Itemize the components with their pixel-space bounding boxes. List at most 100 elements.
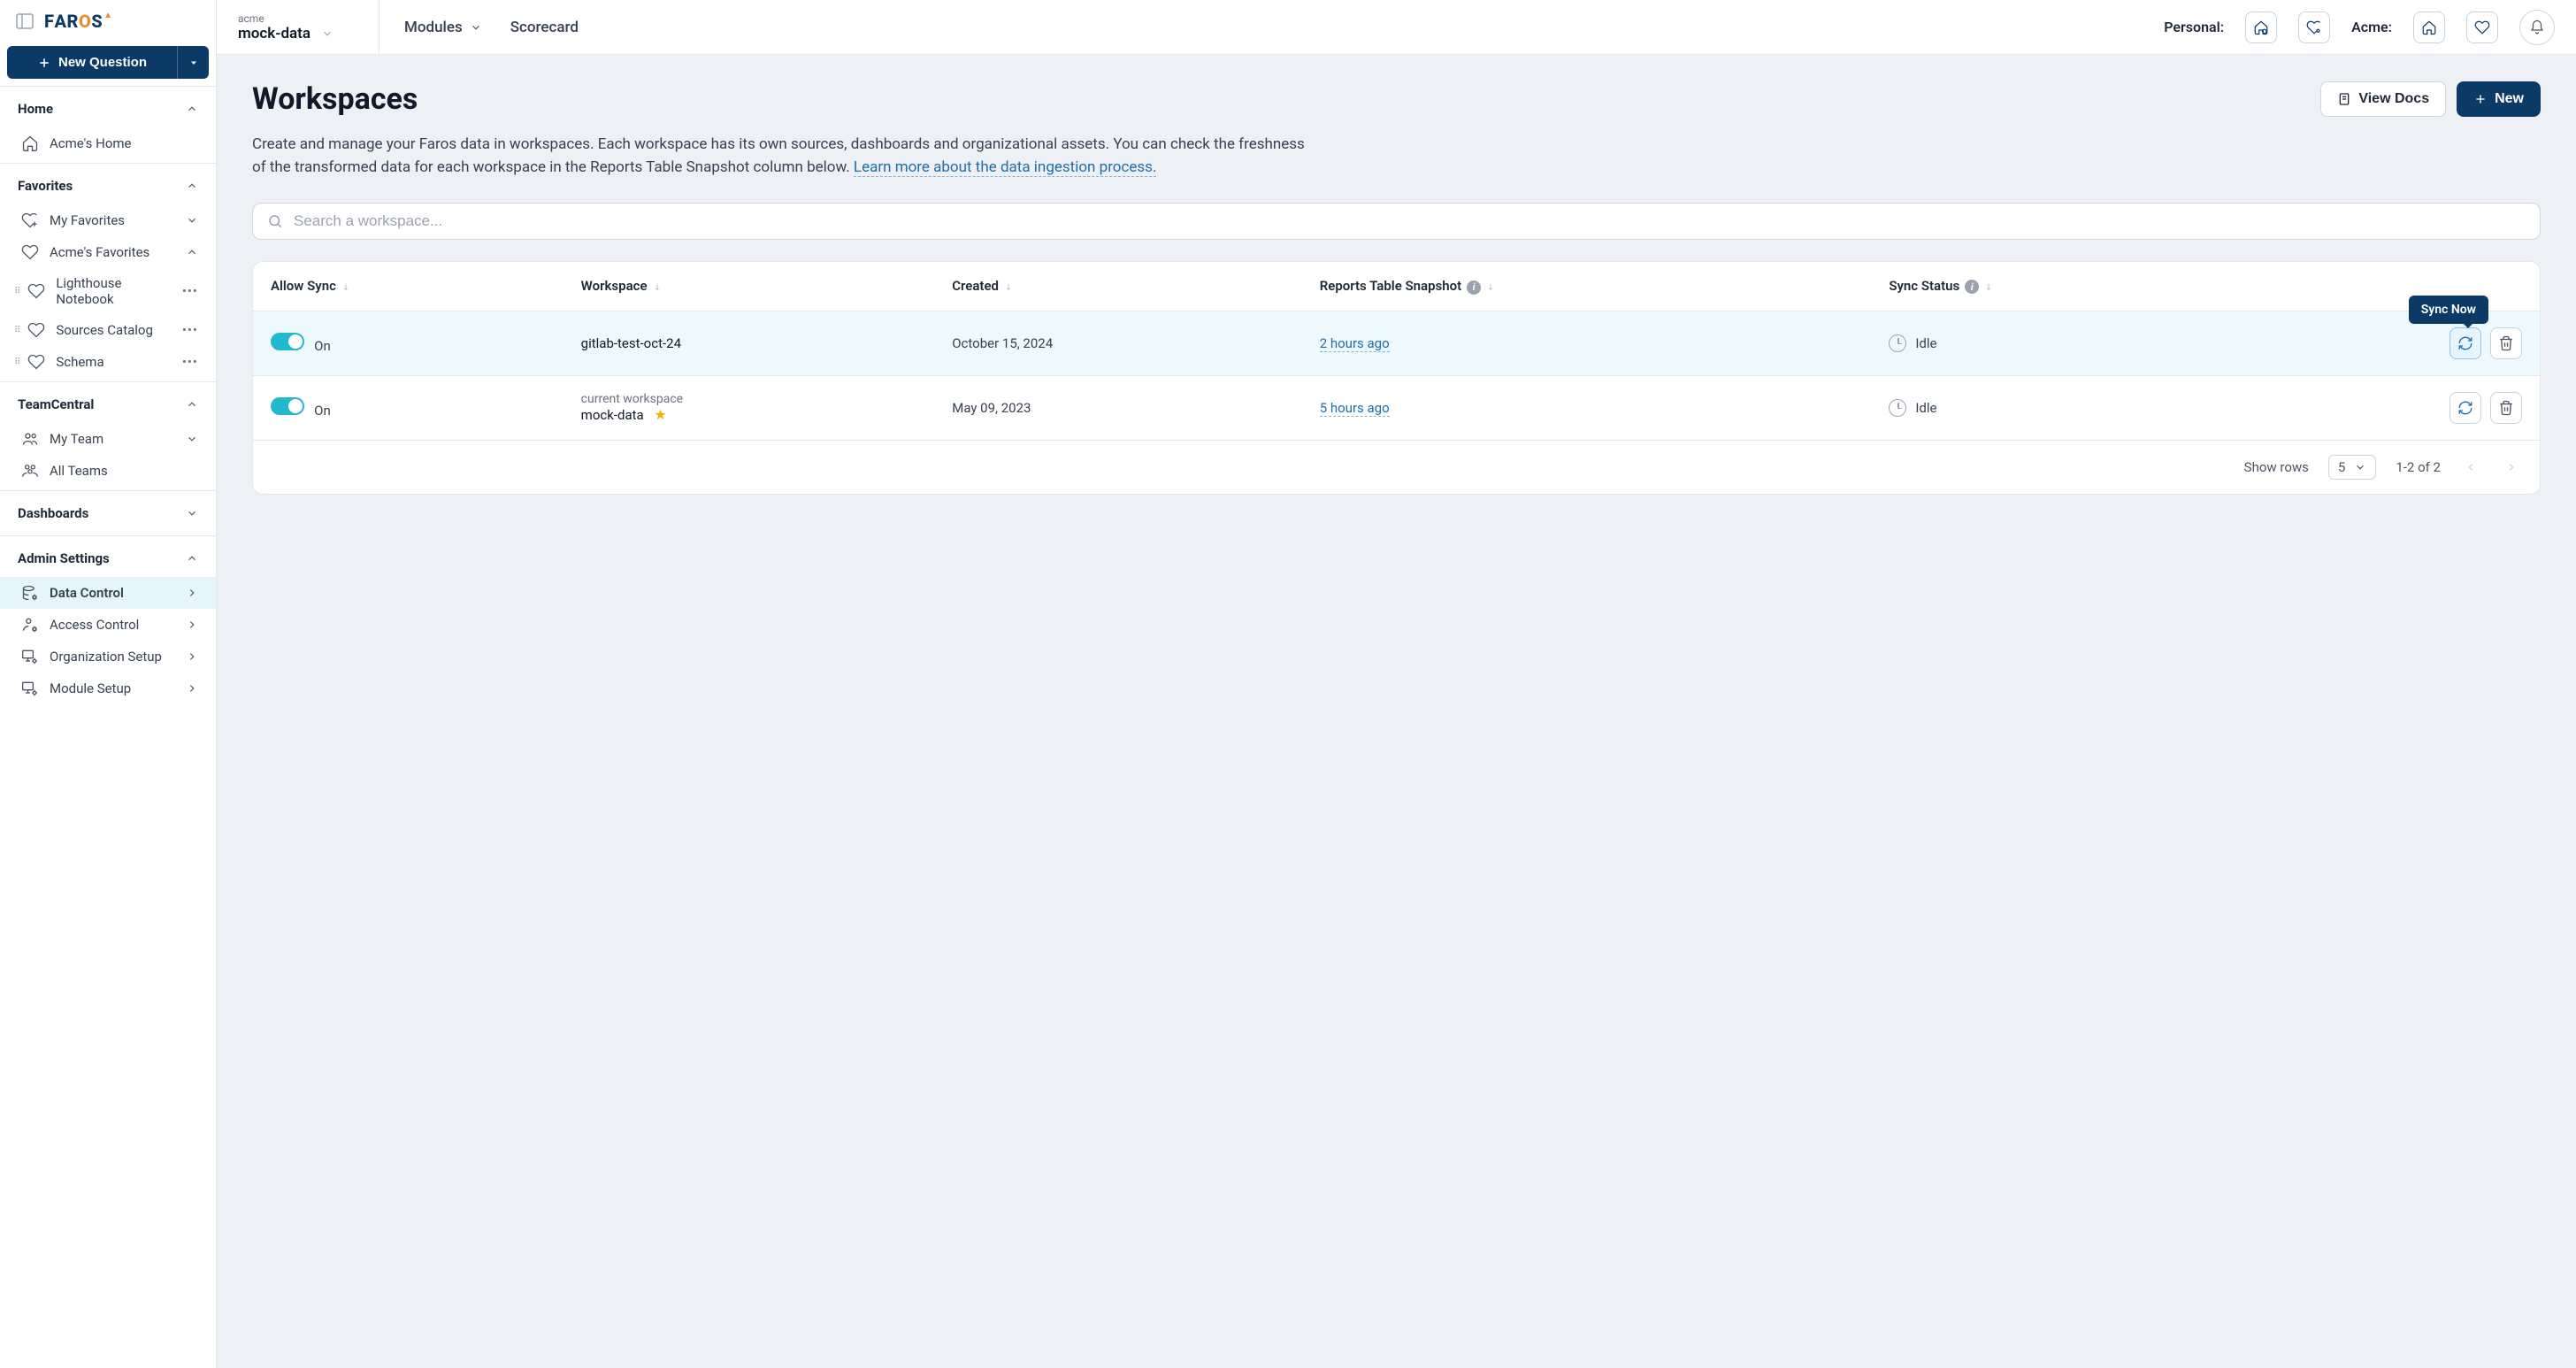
view-docs-button[interactable]: View Docs bbox=[2320, 81, 2446, 117]
delete-button[interactable] bbox=[2490, 392, 2522, 424]
clock-icon bbox=[1889, 399, 1906, 417]
workspace-switcher[interactable]: acme mock-data bbox=[238, 0, 380, 54]
more-icon[interactable]: ••• bbox=[182, 354, 198, 370]
table-row[interactable]: On gitlab-test-oct-24 October 15, 2024 2… bbox=[253, 311, 2540, 375]
heart-icon bbox=[27, 353, 45, 371]
sidebar-item-data-control[interactable]: Data Control bbox=[0, 577, 216, 609]
chevron-down-icon bbox=[470, 21, 482, 34]
teams-icon bbox=[21, 462, 39, 480]
th-created[interactable]: Created bbox=[934, 262, 1302, 311]
sort-icon bbox=[1984, 281, 1993, 293]
search-input[interactable] bbox=[294, 212, 2526, 230]
pagination: Show rows 5 1-2 of 2 bbox=[253, 441, 2540, 494]
chevron-left-icon bbox=[2465, 461, 2477, 473]
section-home-header[interactable]: Home bbox=[0, 90, 216, 127]
heart-icon bbox=[2474, 19, 2490, 35]
sidebar-item-all-teams[interactable]: All Teams bbox=[0, 455, 216, 487]
allow-sync-label: On bbox=[314, 403, 331, 419]
workspace-name: gitlab-test-oct-24 bbox=[581, 335, 681, 351]
topbar: acme mock-data Modules Scorecard Persona… bbox=[217, 0, 2576, 55]
th-workspace[interactable]: Workspace bbox=[564, 262, 935, 311]
section-favorites-header[interactable]: Favorites bbox=[0, 167, 216, 204]
drag-handle-icon[interactable]: ⠿ bbox=[14, 287, 20, 296]
sidebar-item-lighthouse-notebook[interactable]: ⠿ Lighthouse Notebook ••• bbox=[0, 268, 216, 314]
sidebar-item-my-favorites[interactable]: My Favorites bbox=[0, 204, 216, 236]
personal-home-button[interactable] bbox=[2245, 12, 2277, 43]
sidebar-item-my-team[interactable]: My Team bbox=[0, 423, 216, 455]
drag-handle-icon[interactable]: ⠿ bbox=[14, 357, 20, 367]
allow-sync-toggle[interactable] bbox=[271, 397, 304, 415]
view-docs-label: View Docs bbox=[2358, 91, 2429, 107]
sort-icon bbox=[1486, 281, 1495, 293]
database-gear-icon bbox=[21, 584, 39, 602]
th-reports[interactable]: Reports Table Snapshoti bbox=[1302, 262, 1872, 311]
panel-toggle-icon[interactable] bbox=[14, 11, 35, 32]
allow-sync-toggle[interactable] bbox=[271, 333, 304, 350]
new-workspace-button[interactable]: New bbox=[2457, 81, 2541, 117]
heart-icon bbox=[27, 282, 45, 300]
drag-handle-icon[interactable]: ⠿ bbox=[14, 326, 20, 335]
personal-favorites-button[interactable] bbox=[2298, 12, 2330, 43]
sync-now-button[interactable] bbox=[2450, 327, 2481, 359]
sidebar-item-access-control[interactable]: Access Control bbox=[0, 609, 216, 641]
th-actions bbox=[2249, 262, 2540, 311]
sidebar-item-label: Organization Setup bbox=[50, 649, 162, 665]
next-page-button[interactable] bbox=[2501, 457, 2522, 478]
chevron-up-icon bbox=[186, 552, 198, 565]
section-teamcentral-header[interactable]: TeamCentral bbox=[0, 386, 216, 423]
heart-user-icon bbox=[2306, 19, 2322, 35]
sidebar-item-label: My Favorites bbox=[50, 212, 125, 228]
sidebar-item-module-setup[interactable]: Module Setup bbox=[0, 672, 216, 704]
home-icon bbox=[21, 134, 39, 152]
plus-icon bbox=[2473, 92, 2488, 106]
acme-favorites-button[interactable] bbox=[2466, 12, 2498, 43]
notifications-button[interactable] bbox=[2519, 10, 2555, 45]
acme-home-button[interactable] bbox=[2413, 12, 2445, 43]
sync-now-button[interactable] bbox=[2450, 392, 2481, 424]
search-icon bbox=[267, 213, 283, 229]
sidebar-item-sources-catalog[interactable]: ⠿ Sources Catalog ••• bbox=[0, 314, 216, 346]
org-label: acme bbox=[238, 12, 361, 25]
learn-more-link[interactable]: Learn more about the data ingestion proc… bbox=[854, 158, 1157, 177]
snapshot-link[interactable]: 2 hours ago bbox=[1320, 335, 1390, 352]
personal-label: Personal: bbox=[2164, 19, 2224, 35]
nav-scorecard-label: Scorecard bbox=[510, 19, 579, 36]
workspace-name: mock-data bbox=[581, 407, 644, 423]
more-icon[interactable]: ••• bbox=[182, 322, 198, 338]
chevron-down-icon bbox=[186, 214, 198, 227]
sidebar-item-schema[interactable]: ⠿ Schema ••• bbox=[0, 346, 216, 378]
sidebar-item-label: All Teams bbox=[50, 463, 108, 479]
info-icon[interactable]: i bbox=[1965, 280, 1979, 294]
section-dashboards-header[interactable]: Dashboards bbox=[0, 495, 216, 532]
chevron-down-icon bbox=[186, 433, 198, 445]
section-admin-header[interactable]: Admin Settings bbox=[0, 540, 216, 577]
page-size-select[interactable]: 5 bbox=[2328, 455, 2376, 480]
sort-icon bbox=[341, 281, 350, 293]
bell-icon bbox=[2529, 19, 2545, 35]
new-question-dropdown[interactable] bbox=[177, 46, 209, 79]
sort-icon bbox=[653, 281, 662, 293]
chevron-right-icon bbox=[186, 650, 198, 663]
th-sync-status[interactable]: Sync Statusi bbox=[1871, 262, 2248, 311]
more-icon[interactable]: ••• bbox=[182, 283, 198, 299]
chevron-up-icon bbox=[186, 180, 198, 192]
info-icon[interactable]: i bbox=[1467, 281, 1481, 295]
new-question-button[interactable]: New Question bbox=[7, 46, 177, 79]
chevron-right-icon bbox=[186, 682, 198, 695]
sidebar-item-acme-favorites[interactable]: Acme's Favorites bbox=[0, 236, 216, 268]
sidebar-item-label: Schema bbox=[56, 354, 104, 370]
nav-modules[interactable]: Modules bbox=[401, 19, 486, 36]
heart-add-icon bbox=[21, 211, 39, 229]
workspaces-table: Allow Sync Workspace Created Reports Tab… bbox=[253, 262, 2540, 441]
snapshot-link[interactable]: 5 hours ago bbox=[1320, 400, 1390, 417]
sidebar: FAROS▲ New Question Home Acme's Home bbox=[0, 0, 217, 1368]
prev-page-button[interactable] bbox=[2460, 457, 2481, 478]
users-icon bbox=[21, 430, 39, 448]
table-row[interactable]: On current workspace mock-data ★ May 09,… bbox=[253, 375, 2540, 440]
delete-button[interactable] bbox=[2490, 327, 2522, 359]
sidebar-item-acme-home[interactable]: Acme's Home bbox=[0, 127, 216, 159]
sidebar-item-org-setup[interactable]: Organization Setup bbox=[0, 641, 216, 672]
nav-scorecard[interactable]: Scorecard bbox=[507, 19, 582, 36]
th-allow-sync[interactable]: Allow Sync bbox=[253, 262, 564, 311]
created-date: May 09, 2023 bbox=[934, 375, 1302, 440]
